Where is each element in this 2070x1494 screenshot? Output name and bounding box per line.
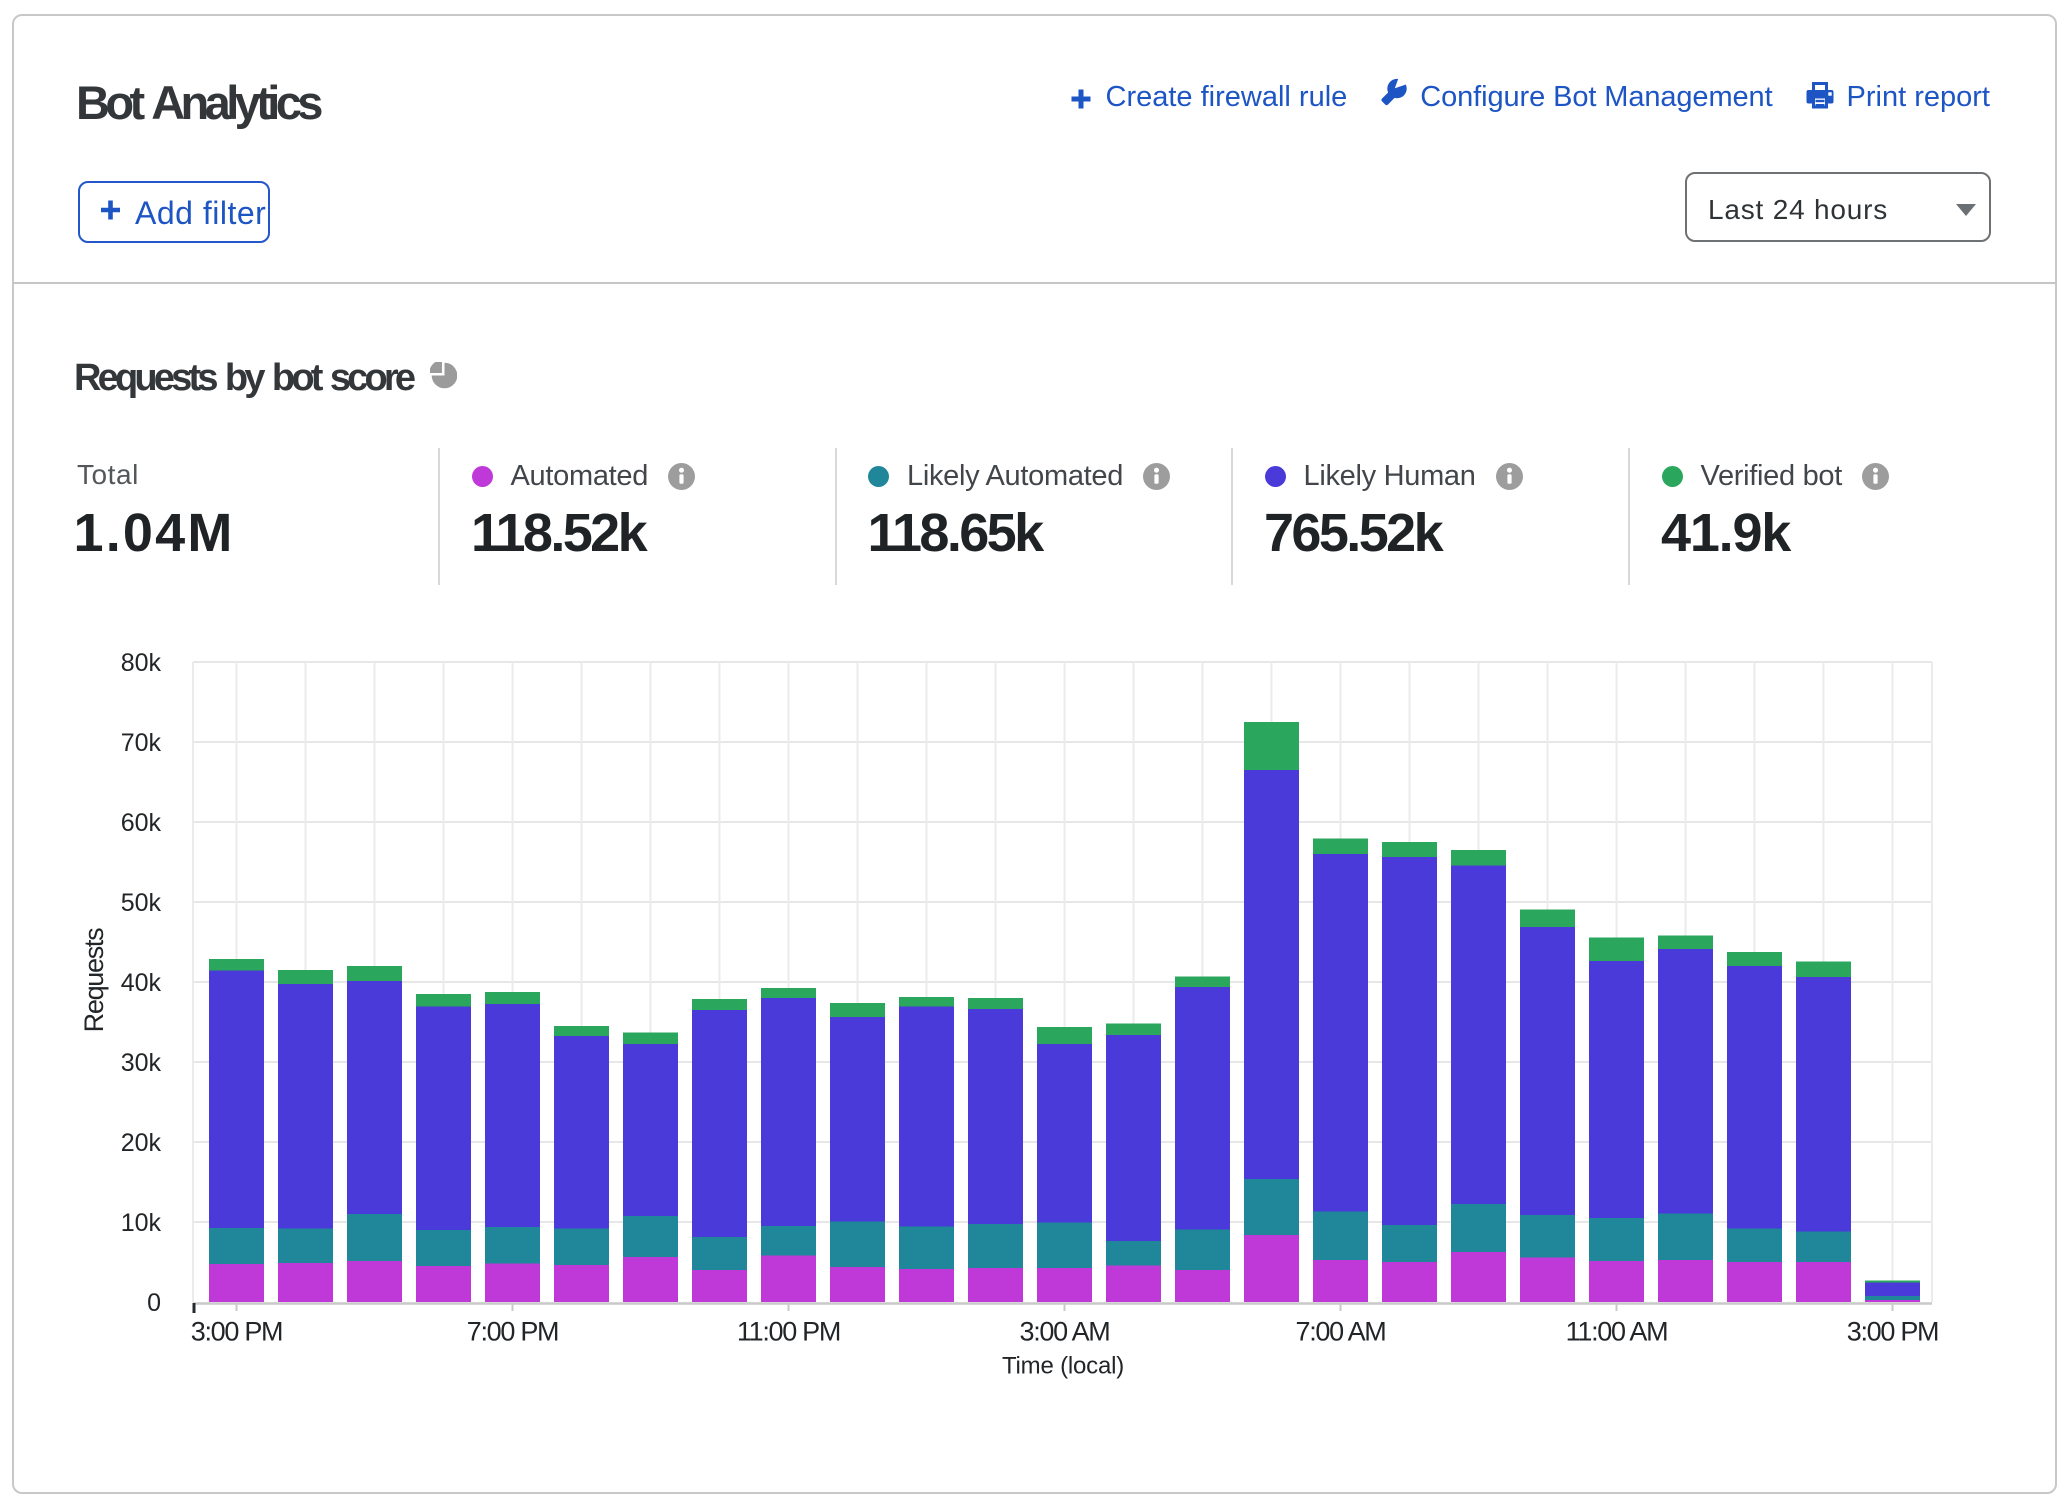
svg-text:20k: 20k xyxy=(121,1129,162,1157)
svg-text:80k: 80k xyxy=(121,649,162,677)
svg-text:3:00 AM: 3:00 AM xyxy=(1020,1317,1110,1347)
svg-text:0: 0 xyxy=(147,1289,161,1317)
svg-text:40k: 40k xyxy=(121,969,162,997)
svg-text:70k: 70k xyxy=(121,729,162,757)
svg-text:7:00 AM: 7:00 AM xyxy=(1296,1317,1386,1347)
svg-text:50k: 50k xyxy=(121,889,162,917)
svg-text:Time (local): Time (local) xyxy=(1002,1353,1124,1380)
svg-text:30k: 30k xyxy=(121,1049,162,1077)
svg-text:7:00 PM: 7:00 PM xyxy=(467,1317,558,1347)
svg-text:11:00 AM: 11:00 AM xyxy=(1566,1317,1668,1347)
svg-text:3:00 PM: 3:00 PM xyxy=(1847,1317,1938,1347)
svg-text:10k: 10k xyxy=(121,1209,162,1237)
svg-text:Requests: Requests xyxy=(79,928,109,1032)
svg-text:11:00 PM: 11:00 PM xyxy=(737,1317,840,1347)
svg-text:60k: 60k xyxy=(121,809,162,837)
svg-text:3:00 PM: 3:00 PM xyxy=(191,1317,282,1347)
